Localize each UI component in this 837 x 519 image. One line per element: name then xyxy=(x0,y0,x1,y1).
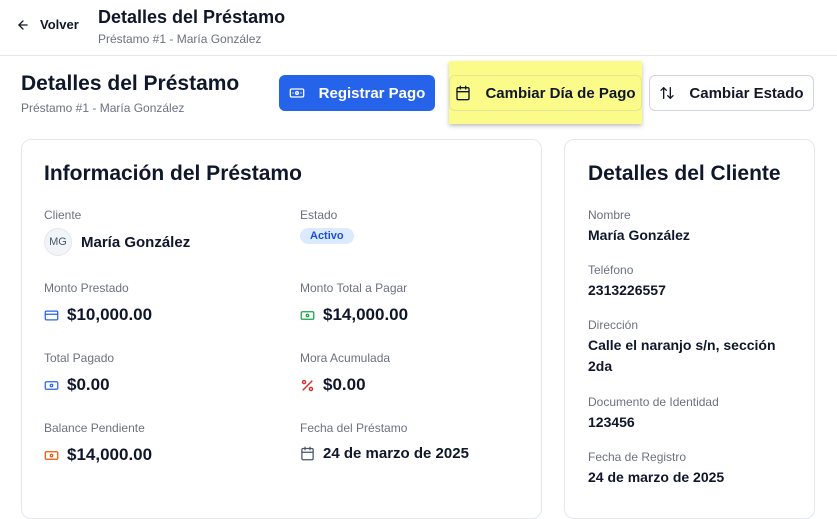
top-bar: Volver Detalles del Préstamo Préstamo #1… xyxy=(0,0,837,56)
mora-value-row: $0.00 xyxy=(300,375,390,395)
direccion-label: Dirección xyxy=(588,318,639,332)
cambiar-estado-label: Cambiar Estado xyxy=(689,84,804,102)
monto-total-value-row: $14,000.00 xyxy=(300,305,408,325)
arrow-left-icon xyxy=(18,19,28,30)
client-card-title: Detalles del Cliente xyxy=(588,162,781,185)
documento-field: Documento de Identidad 123456 xyxy=(588,395,793,433)
balance-value-row: $14,000.00 xyxy=(44,445,152,465)
monto-prestado-label: Monto Prestado xyxy=(44,281,129,295)
total-pagado-field: Total Pagado $0.00 xyxy=(44,351,114,395)
banknote-blue-icon xyxy=(44,378,59,393)
monto-prestado-field: Monto Prestado $10,000.00 xyxy=(44,281,152,325)
cliente-value: MG María González xyxy=(44,228,190,256)
monto-total-value: $14,000.00 xyxy=(323,305,409,324)
registro-field: Fecha de Registro 24 de marzo de 2025 xyxy=(588,450,793,488)
nombre-field: Nombre María González xyxy=(588,208,793,246)
status-badge: Activo xyxy=(300,228,354,244)
telefono-label: Teléfono xyxy=(588,263,634,277)
direccion-value: Calle el naranjo s/n, sección 2da xyxy=(588,337,776,374)
mora-label: Mora Acumulada xyxy=(300,351,391,365)
documento-value: 123456 xyxy=(588,414,635,430)
estado-label: Estado xyxy=(300,208,338,222)
mora-value: $0.00 xyxy=(323,375,366,394)
registro-value: 24 de marzo de 2025 xyxy=(588,469,725,485)
cliente-label: Cliente xyxy=(44,208,82,222)
total-pagado-value: $0.00 xyxy=(67,375,110,394)
back-button[interactable]: Volver xyxy=(16,17,79,32)
balance-label: Balance Pendiente xyxy=(44,421,145,435)
cliente-name[interactable]: María González xyxy=(81,234,190,251)
page-title: Detalles del Préstamo xyxy=(21,72,240,95)
avatar: MG xyxy=(44,228,72,256)
mora-field: Mora Acumulada $0.00 xyxy=(300,351,390,395)
nombre-label: Nombre xyxy=(588,208,631,222)
loan-card-title: Información del Préstamo xyxy=(44,162,302,185)
balance-value: $14,000.00 xyxy=(67,445,153,464)
calendar-icon xyxy=(456,85,471,101)
credit-card-icon xyxy=(44,308,59,323)
page-subtitle: Préstamo #1 - María González xyxy=(21,101,185,115)
cambiar-dia-label: Cambiar Día de Pago xyxy=(485,84,636,102)
nombre-value: María González xyxy=(588,227,690,243)
registro-label: Fecha de Registro xyxy=(588,450,687,464)
direccion-field: Dirección Calle el naranjo s/n, sección … xyxy=(588,318,793,377)
fecha-field: Fecha del Préstamo 24 de marzo de 2025 xyxy=(300,421,469,462)
estado-field: Estado Activo xyxy=(300,208,354,244)
registrar-pago-label: Registrar Pago xyxy=(318,84,426,102)
calendar-small-icon xyxy=(300,446,315,461)
registrar-pago-button[interactable]: Registrar Pago xyxy=(279,75,435,111)
monto-prestado-value-row: $10,000.00 xyxy=(44,305,152,325)
telefono-field: Teléfono 2313226557 xyxy=(588,263,793,301)
banknote-orange-icon xyxy=(44,448,59,463)
cambiar-dia-button[interactable]: Cambiar Día de Pago xyxy=(449,61,642,124)
header-subtitle: Préstamo #1 - María González xyxy=(98,32,262,46)
documento-label: Documento de Identidad xyxy=(588,395,719,409)
header-title: Detalles del Préstamo xyxy=(98,7,286,27)
total-pagado-value-row: $0.00 xyxy=(44,375,114,395)
monto-total-label: Monto Total a Pagar xyxy=(300,281,408,295)
percent-icon xyxy=(300,378,315,393)
fecha-value-row: 24 de marzo de 2025 xyxy=(300,445,469,462)
banknote-icon xyxy=(289,88,304,98)
cambiar-dia-inner[interactable]: Cambiar Día de Pago xyxy=(449,75,642,111)
total-pagado-label: Total Pagado xyxy=(44,351,115,365)
banknote-green-icon xyxy=(300,308,315,323)
cambiar-estado-button[interactable]: Cambiar Estado xyxy=(649,75,814,111)
fecha-value: 24 de marzo de 2025 xyxy=(323,445,469,462)
telefono-value: 2313226557 xyxy=(588,282,666,298)
monto-total-field: Monto Total a Pagar $14,000.00 xyxy=(300,281,408,325)
back-label: Volver xyxy=(40,17,79,32)
loan-info-card: Información del Préstamo Cliente MG Marí… xyxy=(21,139,542,519)
monto-prestado-value: $10,000.00 xyxy=(67,305,153,324)
balance-field: Balance Pendiente $14,000.00 xyxy=(44,421,152,465)
arrow-up-down-icon xyxy=(660,87,675,99)
fecha-label: Fecha del Préstamo xyxy=(300,421,408,435)
client-details-card: Detalles del Cliente Nombre María Gonzál… xyxy=(564,139,815,519)
cliente-field: Cliente MG María González xyxy=(44,208,190,256)
